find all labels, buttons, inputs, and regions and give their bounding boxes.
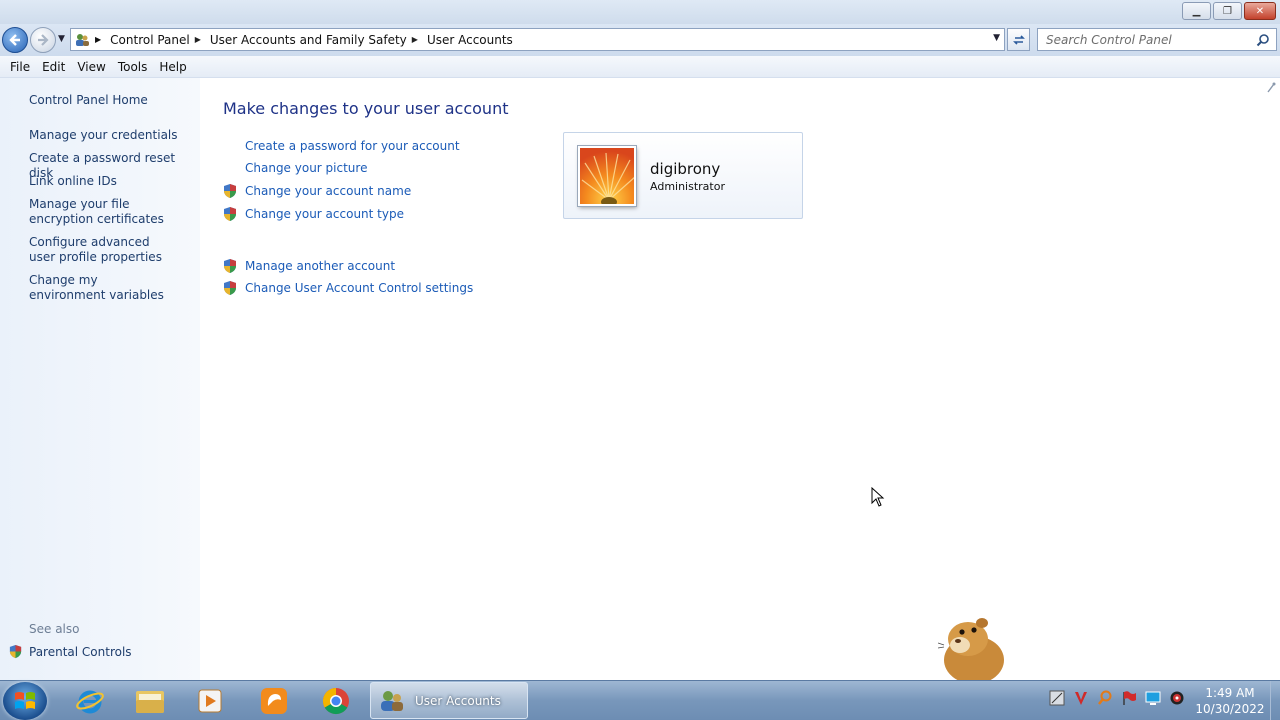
- tray-volume-icon[interactable]: [1168, 689, 1186, 707]
- main-content: Make changes to your user account Create…: [200, 78, 1280, 680]
- hamster-mascot-icon: [938, 618, 1004, 680]
- tray-display-icon[interactable]: [1144, 689, 1162, 707]
- search-icon[interactable]: [1256, 33, 1270, 47]
- recent-pages-dropdown[interactable]: ▼: [58, 34, 65, 44]
- manage-credentials-link[interactable]: Manage your credentials: [29, 128, 194, 143]
- menu-file[interactable]: File: [4, 60, 36, 74]
- minimize-button[interactable]: ▁: [1182, 2, 1211, 20]
- uac-shield-icon: [9, 644, 22, 659]
- configure-advanced-profile-properties-link[interactable]: Configure advanced user profile properti…: [29, 235, 169, 265]
- taskbar-uc-browser[interactable]: [246, 683, 302, 719]
- see-also-heading: See also: [29, 622, 80, 636]
- control-panel-icon: [71, 31, 93, 49]
- left-navigation-pane: Control Panel Home Manage your credentia…: [0, 78, 200, 680]
- flower-picture-icon: [580, 148, 634, 204]
- breadcrumb-separator-root[interactable]: ▶: [93, 35, 110, 44]
- start-button[interactable]: [3, 682, 47, 720]
- folder-icon: [136, 691, 164, 713]
- mouse-cursor-icon: [871, 487, 885, 507]
- menu-help[interactable]: Help: [153, 60, 192, 74]
- menu-edit[interactable]: Edit: [36, 60, 71, 74]
- menu-bar: File Edit View Tools Help: [0, 56, 1280, 78]
- menu-tools[interactable]: Tools: [112, 60, 154, 74]
- account-role: Administrator: [650, 180, 725, 193]
- tray-network-icon[interactable]: [1048, 689, 1066, 707]
- windows-logo-icon: [15, 692, 35, 709]
- chrome-icon: [322, 687, 349, 715]
- address-history-dropdown[interactable]: ▼: [993, 33, 1000, 43]
- breadcrumb-user-accounts[interactable]: User Accounts: [427, 33, 513, 47]
- internet-explorer-icon: [76, 690, 104, 714]
- uc-browser-icon: [261, 688, 287, 714]
- parental-controls-link[interactable]: Parental Controls: [8, 644, 132, 659]
- change-uac-settings-link[interactable]: Change User Account Control settings: [222, 280, 473, 296]
- breadcrumb-user-accounts-family-safety[interactable]: User Accounts and Family Safety ▶: [210, 33, 427, 47]
- manage-file-encryption-certificates-link[interactable]: Manage your file encryption certificates: [29, 197, 189, 227]
- media-player-icon: [198, 689, 222, 713]
- refresh-button[interactable]: [1007, 28, 1030, 51]
- back-arrow-icon: [9, 34, 20, 46]
- tray-action-center-flag-icon[interactable]: [1120, 689, 1138, 707]
- clock-time: 1:49 AM: [1205, 686, 1255, 700]
- change-environment-variables-link[interactable]: Change my environment variables: [29, 273, 169, 303]
- uac-shield-icon: [224, 207, 236, 221]
- manage-another-account-link[interactable]: Manage another account: [222, 258, 395, 274]
- tray-antivirus-icon[interactable]: [1072, 689, 1090, 707]
- tray-search-icon[interactable]: [1096, 689, 1114, 707]
- uac-shield-icon: [224, 184, 236, 198]
- refresh-icon: [1012, 34, 1025, 45]
- taskbar-media-player[interactable]: [182, 683, 238, 719]
- account-name: digibrony: [650, 160, 721, 178]
- address-bar[interactable]: ▶ Control Panel ▶ User Accounts and Famil…: [70, 28, 1005, 51]
- title-bar: ▁ ❐ ✕: [0, 0, 1280, 24]
- taskbar: User Accounts 1:49 AM 10/30/2022: [0, 680, 1280, 720]
- account-tile: digibrony Administrator: [563, 132, 803, 219]
- search-input[interactable]: [1046, 32, 1246, 47]
- create-password-link[interactable]: Create a password for your account: [222, 139, 460, 153]
- system-clock[interactable]: 1:49 AM 10/30/2022: [1192, 685, 1268, 717]
- change-account-name-link[interactable]: Change your account name: [222, 183, 411, 199]
- system-tray: [1048, 689, 1186, 707]
- uac-shield-icon: [224, 259, 236, 273]
- show-desktop-button[interactable]: [1270, 681, 1280, 720]
- taskbar-windows-explorer[interactable]: [122, 683, 178, 719]
- account-picture: [578, 146, 636, 206]
- breadcrumb-control-panel[interactable]: Control Panel ▶: [110, 33, 210, 47]
- forward-button[interactable]: [30, 27, 56, 53]
- user-accounts-icon: [381, 690, 403, 711]
- page-title: Make changes to your user account: [223, 99, 509, 118]
- taskbar-chrome[interactable]: [308, 683, 364, 719]
- change-picture-link[interactable]: Change your picture: [222, 161, 367, 175]
- forward-arrow-icon: [38, 34, 49, 46]
- search-box[interactable]: [1037, 28, 1277, 51]
- uac-shield-icon: [224, 281, 236, 295]
- close-button[interactable]: ✕: [1244, 2, 1276, 20]
- taskbar-user-accounts[interactable]: User Accounts: [370, 682, 528, 719]
- help-icon[interactable]: [1266, 82, 1276, 97]
- parental-controls-label: Parental Controls: [29, 644, 132, 659]
- clock-date: 10/30/2022: [1195, 702, 1265, 716]
- taskbar-user-accounts-label: User Accounts: [415, 693, 501, 708]
- back-button[interactable]: [2, 27, 28, 53]
- navigation-bar: ▼ ▶ Control Panel ▶ User Accounts and Fam…: [0, 24, 1280, 56]
- window-controls: ▁ ❐ ✕: [1182, 2, 1276, 20]
- menu-view[interactable]: View: [71, 60, 111, 74]
- taskbar-internet-explorer[interactable]: [62, 683, 118, 719]
- maximize-button[interactable]: ❐: [1213, 2, 1242, 20]
- link-online-ids-link[interactable]: Link online IDs: [29, 174, 194, 189]
- control-panel-home-link[interactable]: Control Panel Home: [29, 93, 148, 107]
- change-account-type-link[interactable]: Change your account type: [222, 206, 404, 222]
